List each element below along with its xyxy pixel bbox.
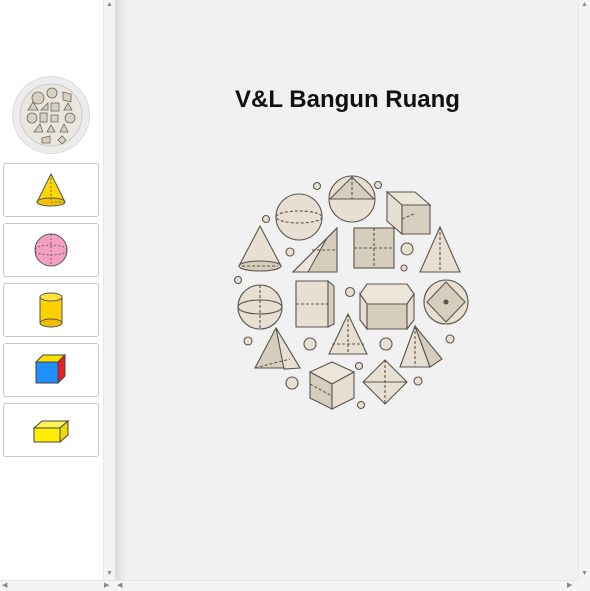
cone-shape bbox=[238, 224, 282, 267]
hexagonal-prism-shape bbox=[359, 283, 415, 305]
scroll-up-arrow-icon[interactable]: ▲ bbox=[106, 1, 113, 9]
scroll-left-arrow-icon[interactable]: ◀ bbox=[117, 582, 122, 590]
thumbnail-cone-slide[interactable] bbox=[3, 163, 99, 217]
thumbnail-panel-vertical-scrollbar[interactable]: ▲ ▼ bbox=[103, 0, 115, 580]
scrollbar-corner bbox=[578, 580, 590, 591]
scroll-right-arrow-icon[interactable]: ▶ bbox=[104, 582, 109, 590]
thumbnail-sphere-slide[interactable] bbox=[3, 223, 99, 277]
sphere-shape bbox=[275, 193, 323, 241]
slide-vertical-scrollbar[interactable]: ▲ ▼ bbox=[578, 0, 590, 580]
sphere-icon bbox=[34, 233, 68, 267]
current-slide[interactable]: V&L Bangun Ruang bbox=[125, 0, 578, 580]
slide-editor-area: V&L Bangun Ruang bbox=[115, 0, 578, 580]
slide-title[interactable]: V&L Bangun Ruang bbox=[125, 86, 570, 114]
thumbnail-cuboid-slide[interactable] bbox=[3, 403, 99, 457]
thumbnail-cylinder-slide[interactable] bbox=[3, 283, 99, 337]
cuboid-icon bbox=[32, 419, 70, 444]
geometric-shapes-circle-icon bbox=[19, 83, 83, 147]
scroll-left-arrow-icon[interactable]: ◀ bbox=[2, 582, 7, 590]
cylinder-icon bbox=[39, 292, 63, 328]
cone-icon bbox=[36, 172, 66, 207]
cube-icon bbox=[34, 353, 67, 385]
thumbnail-title-slide[interactable] bbox=[12, 76, 90, 154]
thumbnail-panel-horizontal-scrollbar[interactable]: ◀ ▶ bbox=[0, 580, 115, 591]
scroll-up-arrow-icon[interactable]: ▲ bbox=[581, 1, 588, 9]
geometric-shapes-illustration bbox=[233, 175, 469, 410]
dot-decoration bbox=[312, 181, 322, 191]
slide-horizontal-scrollbar[interactable]: ◀ ▶ bbox=[115, 580, 578, 591]
scroll-down-arrow-icon[interactable]: ▼ bbox=[581, 570, 588, 578]
scroll-right-arrow-icon[interactable]: ▶ bbox=[567, 582, 572, 590]
slide-thumbnail-panel bbox=[0, 0, 103, 580]
scroll-down-arrow-icon[interactable]: ▼ bbox=[106, 570, 113, 578]
thumbnail-cube-slide[interactable] bbox=[3, 343, 99, 397]
slide-shadow bbox=[115, 0, 125, 580]
